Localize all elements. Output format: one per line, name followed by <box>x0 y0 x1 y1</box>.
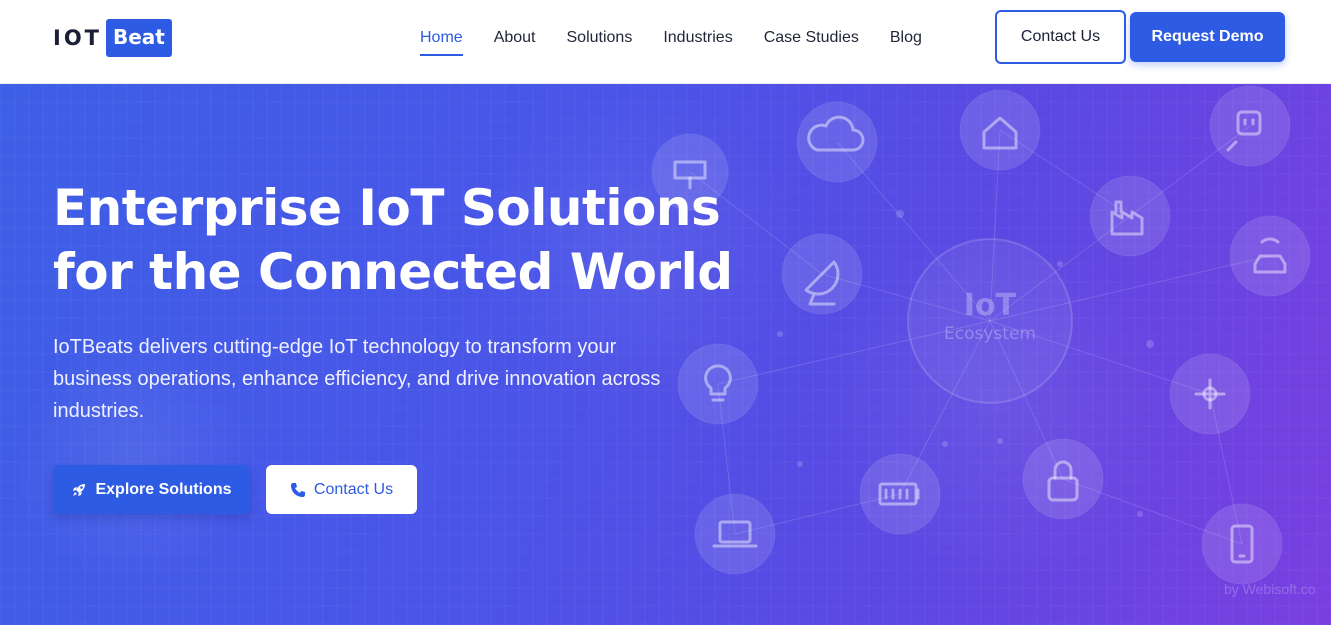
hero-contact-button[interactable]: Contact Us <box>266 465 417 514</box>
smart-plug-icon <box>1209 85 1291 167</box>
watermark: by Webisoft.co <box>1224 581 1316 597</box>
logo[interactable]: IOT Beat <box>53 19 172 57</box>
nav-item-home[interactable]: Home <box>420 28 463 56</box>
explore-solutions-label: Explore Solutions <box>95 480 232 498</box>
phone-icon <box>290 482 306 498</box>
ecosystem-subtitle: Ecosystem <box>944 324 1036 344</box>
main-nav: Home About Solutions Industries Case Stu… <box>420 28 953 56</box>
nav-item-solutions[interactable]: Solutions <box>567 28 633 54</box>
laptop-icon <box>694 493 776 575</box>
logo-text-beat: Beat <box>106 19 172 57</box>
nav-item-industries[interactable]: Industries <box>663 28 732 54</box>
hero-contact-label: Contact Us <box>313 480 394 498</box>
hero-section: IoT Ecosystem Enterprise IoT Solutions f… <box>0 84 1331 625</box>
header-contact-button[interactable]: Contact Us <box>995 10 1126 64</box>
house-icon <box>959 89 1041 171</box>
nav-item-blog[interactable]: Blog <box>890 28 922 54</box>
logo-text-iot: IOT <box>53 26 102 50</box>
explore-solutions-button[interactable]: Explore Solutions <box>53 465 250 514</box>
lightbulb-icon <box>677 343 759 425</box>
site-header: IOT Beat Home About Solutions Industries… <box>0 0 1331 84</box>
nav-item-about[interactable]: About <box>494 28 536 54</box>
iot-ecosystem-label: IoT Ecosystem <box>920 289 1060 345</box>
nav-item-case-studies[interactable]: Case Studies <box>764 28 859 54</box>
hero-description: IoTBeats delivers cutting-edge IoT techn… <box>53 336 661 422</box>
ecosystem-title: IoT <box>963 288 1017 323</box>
hero-title: Enterprise IoT Solutions for the Connect… <box>53 179 733 301</box>
rocket-icon <box>71 482 87 498</box>
smartphone-icon <box>1201 503 1283 585</box>
request-demo-button[interactable]: Request Demo <box>1130 12 1285 62</box>
